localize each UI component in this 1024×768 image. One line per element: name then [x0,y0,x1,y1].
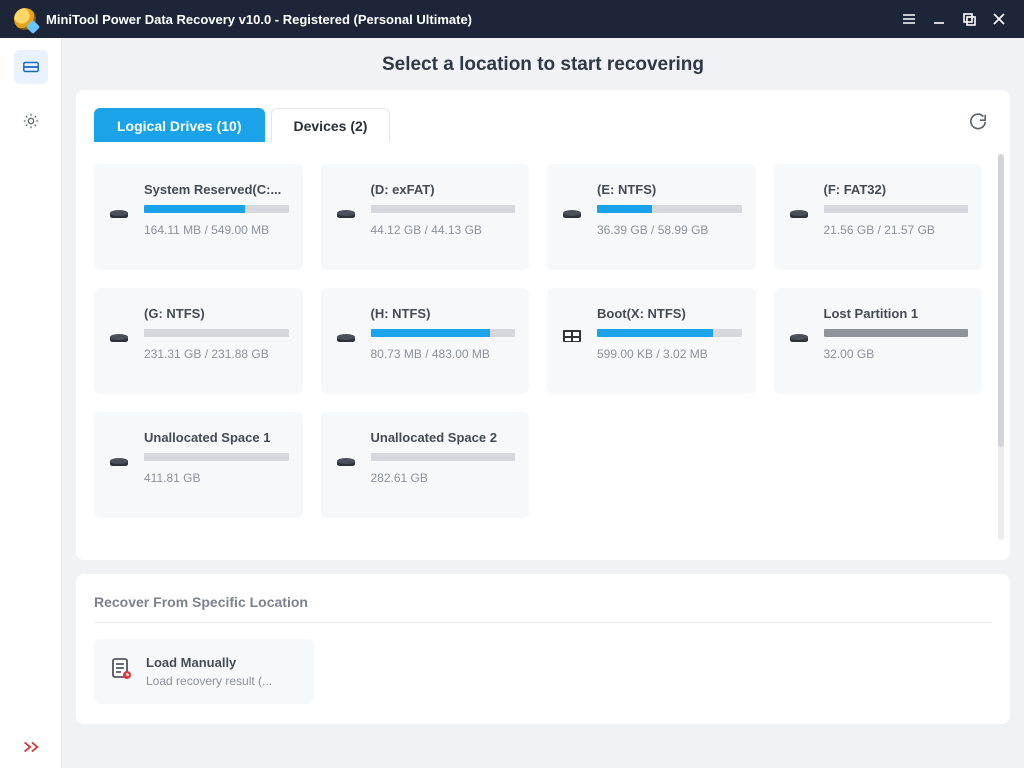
drive-card[interactable]: Lost Partition 1 32.00 GB [774,288,983,394]
drive-size: 282.61 GB [371,471,516,485]
drive-card[interactable]: Unallocated Space 2 282.61 GB [321,412,530,518]
drive-name: Unallocated Space 1 [144,430,289,445]
load-manually-subtitle: Load recovery result (... [146,674,272,688]
drive-card[interactable]: (H: NTFS) 80.73 MB / 483.00 MB [321,288,530,394]
drive-card[interactable]: (G: NTFS) 231.31 GB / 231.88 GB [94,288,303,394]
drive-size: 599.00 KB / 3.02 MB [597,347,742,361]
drive-name: (F: FAT32) [824,182,969,197]
drive-card[interactable]: Boot(X: NTFS) 599.00 KB / 3.02 MB [547,288,756,394]
drive-card[interactable]: Unallocated Space 1 411.81 GB [94,412,303,518]
disk-icon [335,328,359,349]
sidebar-item-recovery[interactable] [14,50,48,84]
scrollbar[interactable] [998,154,1004,540]
usage-bar [824,205,969,213]
drive-name: Unallocated Space 2 [371,430,516,445]
usage-bar [824,329,969,337]
drive-size: 36.39 GB / 58.99 GB [597,223,742,237]
usage-bar [371,329,516,337]
usage-bar [144,453,289,461]
drive-name: Boot(X: NTFS) [597,306,742,321]
drive-name: (E: NTFS) [597,182,742,197]
drive-name: System Reserved(C:... [144,182,289,197]
disk-icon [108,452,132,473]
disk-icon [788,204,812,225]
windows-drive-icon [561,328,585,349]
drive-card[interactable]: (E: NTFS) 36.39 GB / 58.99 GB [547,164,756,270]
disk-icon [335,452,359,473]
close-button[interactable] [984,0,1014,38]
titlebar: MiniTool Power Data Recovery v10.0 - Reg… [0,0,1024,38]
tab-logical-drives[interactable]: Logical Drives (10) [94,108,265,142]
disk-icon [788,328,812,349]
usage-bar [371,453,516,461]
drive-size: 44.12 GB / 44.13 GB [371,223,516,237]
sidebar-expand-button[interactable] [0,740,61,754]
menu-icon[interactable] [894,0,924,38]
minimize-button[interactable] [924,0,954,38]
usage-bar [144,329,289,337]
drive-size: 411.81 GB [144,471,289,485]
drive-card[interactable]: (F: FAT32) 21.56 GB / 21.57 GB [774,164,983,270]
disk-icon [335,204,359,225]
usage-bar [597,329,742,337]
maximize-button[interactable] [954,0,984,38]
tab-devices[interactable]: Devices (2) [271,108,391,142]
document-icon [108,656,134,687]
page-title: Select a location to start recovering [62,38,1024,90]
drive-size: 21.56 GB / 21.57 GB [824,223,969,237]
sidebar-item-settings[interactable] [14,104,48,138]
refresh-button[interactable] [964,108,992,136]
load-manually-title: Load Manually [146,655,272,670]
drive-card[interactable]: (D: exFAT) 44.12 GB / 44.13 GB [321,164,530,270]
disk-icon [561,204,585,225]
usage-bar [597,205,742,213]
drive-size: 164.11 MB / 549.00 MB [144,223,289,237]
drive-name: (G: NTFS) [144,306,289,321]
load-manually-card[interactable]: Load Manually Load recovery result (... [94,639,314,704]
usage-bar [371,205,516,213]
usage-bar [144,205,289,213]
drive-name: (D: exFAT) [371,182,516,197]
drives-panel: Logical Drives (10) Devices (2) System R… [76,90,1010,560]
sidebar [0,38,62,768]
drive-name: (H: NTFS) [371,306,516,321]
recover-section-title: Recover From Specific Location [94,590,992,622]
drive-size: 32.00 GB [824,347,969,361]
disk-icon [108,204,132,225]
drive-name: Lost Partition 1 [824,306,969,321]
disk-icon [108,328,132,349]
drive-size: 80.73 MB / 483.00 MB [371,347,516,361]
drive-card[interactable]: System Reserved(C:... 164.11 MB / 549.00 … [94,164,303,270]
recover-specific-panel: Recover From Specific Location Load Manu… [76,574,1010,724]
app-logo-icon [14,8,36,30]
divider [94,622,992,623]
window-title: MiniTool Power Data Recovery v10.0 - Reg… [46,12,472,27]
drive-size: 231.31 GB / 231.88 GB [144,347,289,361]
